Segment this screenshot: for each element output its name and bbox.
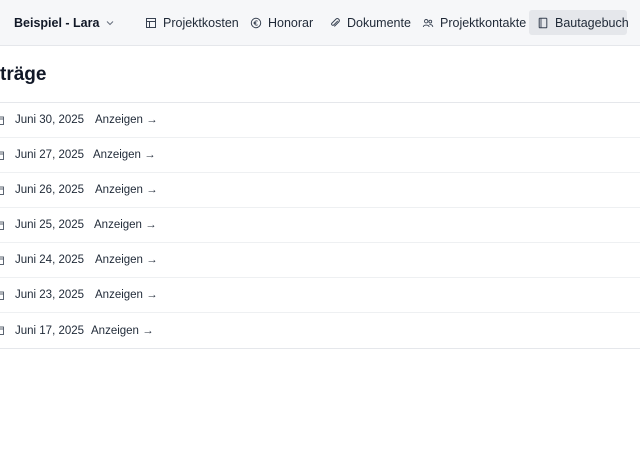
- calendar-icon: [0, 186, 4, 195]
- entry-date: Juni 26, 2025: [15, 184, 85, 196]
- show-entry-link[interactable]: Anzeigen →: [95, 184, 158, 196]
- users-icon: [422, 18, 434, 27]
- entry-date: Juni 17, 2025: [15, 324, 85, 337]
- entry-date: Juni 25, 2025: [15, 219, 85, 231]
- project-selector[interactable]: Beispiel - Lara: [14, 15, 115, 31]
- calendar-icon: [0, 291, 4, 300]
- euro-circle-icon: [250, 17, 262, 28]
- nav-item-label: Projektkontakte: [440, 15, 527, 30]
- show-entry-link[interactable]: Anzeigen →: [93, 149, 156, 161]
- nav-item-honorar[interactable]: Honorar: [242, 10, 321, 35]
- calendar-icon: [0, 116, 4, 125]
- grid-icon: [146, 17, 156, 28]
- entry-date: Juni 30, 2025: [15, 114, 85, 126]
- list-item: Juni 27, 2025 Anzeigen →: [0, 138, 640, 173]
- show-entry-link[interactable]: Anzeigen →: [95, 254, 158, 266]
- list-item: Juni 26, 2025 Anzeigen →: [0, 173, 640, 208]
- nav-item-label: Projektkosten: [163, 15, 239, 30]
- show-entry-link[interactable]: Anzeigen →: [95, 289, 158, 301]
- calendar-icon: [0, 221, 4, 230]
- paperclip-icon: [331, 17, 340, 27]
- entry-list: Juni 30, 2025 Anzeigen → Juni 27, 2025 A…: [0, 102, 640, 349]
- entry-date: Juni 27, 2025: [15, 149, 85, 161]
- page-title: träge: [0, 64, 47, 85]
- entry-date: Juni 24, 2025: [15, 254, 85, 266]
- nav-item-label: Dokumente: [347, 15, 411, 30]
- calendar-icon: [0, 326, 4, 335]
- nav-item-dokumente[interactable]: Dokumente: [321, 10, 419, 35]
- chevron-down-icon: [107, 21, 114, 26]
- list-item: Juni 24, 2025 Anzeigen →: [0, 243, 640, 278]
- calendar-icon: [0, 256, 4, 265]
- show-entry-link[interactable]: Anzeigen →: [94, 219, 157, 231]
- list-item: Juni 25, 2025 Anzeigen →: [0, 208, 640, 243]
- list-item: Juni 30, 2025 Anzeigen →: [0, 103, 640, 138]
- list-item: Juni 17, 2025 Anzeigen →: [0, 313, 640, 348]
- list-item: Juni 23, 2025 Anzeigen →: [0, 278, 640, 313]
- nav-item-label: Honorar: [268, 15, 314, 30]
- nav-item-bautagebuch[interactable]: Bautagebuch: [529, 10, 629, 35]
- book-icon: [538, 17, 548, 28]
- calendar-icon: [0, 151, 4, 160]
- entry-date: Juni 23, 2025: [15, 289, 85, 301]
- nav-item-projektkontakte[interactable]: Projektkontakte: [414, 10, 534, 35]
- nav-item-projektkosten[interactable]: Projektkosten: [137, 10, 247, 35]
- top-navigation-bar: Beispiel - Lara Projektkosten Honorar Do…: [0, 0, 640, 46]
- nav-item-label: Bautagebuch: [555, 15, 629, 30]
- show-entry-link[interactable]: Anzeigen →: [91, 325, 154, 337]
- show-entry-link[interactable]: Anzeigen →: [95, 114, 158, 126]
- project-selector-label: Beispiel - Lara: [14, 16, 100, 30]
